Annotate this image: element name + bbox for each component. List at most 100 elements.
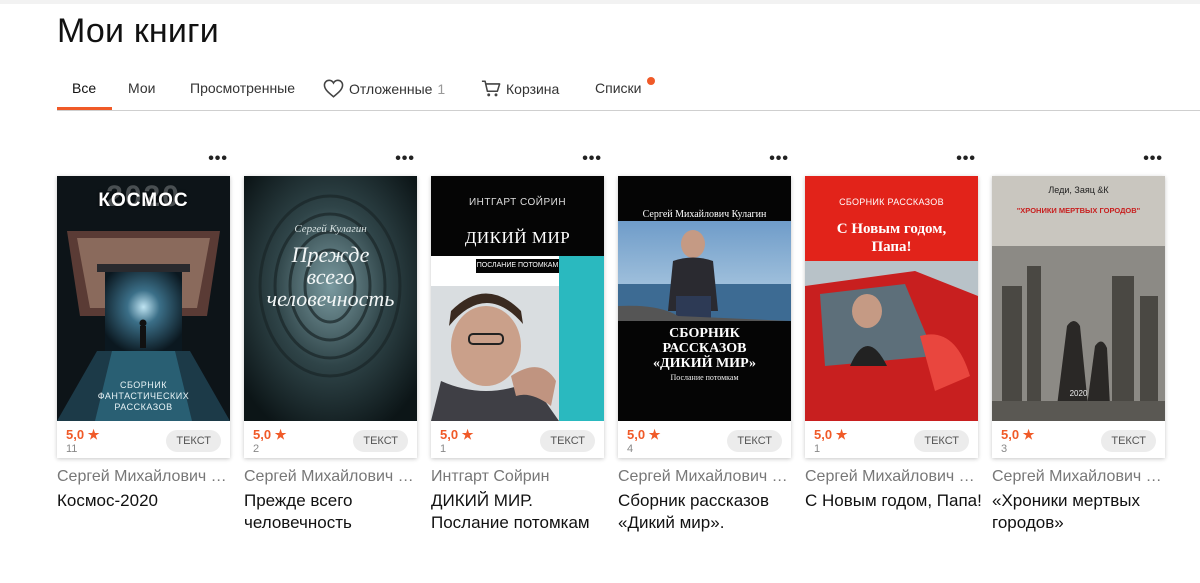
tab-deferred[interactable]: Отложенные 1	[323, 79, 445, 98]
more-options-button[interactable]: •••	[395, 151, 415, 167]
book-author[interactable]: Сергей Михайлович Кулагин	[57, 468, 230, 486]
top-strip	[0, 0, 1200, 4]
cover-author: Сергей Кулагин	[294, 223, 367, 235]
book-card[interactable]: КОСМОС 2020 СБОРНИК ФАНТАСТИЧЕСКИХ РАССК…	[57, 176, 230, 458]
tab-all-label: Все	[72, 80, 97, 96]
book-cover[interactable]: СБОРНИК РАССКАЗОВ С Новым годом, Папа!	[805, 176, 978, 421]
cart-icon	[481, 80, 501, 97]
book-title[interactable]: ДИКИЙ МИР. Послание потомкам	[431, 490, 609, 534]
rating: 5,0 ★	[627, 427, 660, 443]
rating: 5,0 ★	[66, 427, 99, 443]
format-badge: ТЕКСТ	[727, 430, 782, 452]
book-author[interactable]: Интгарт Сойрин	[431, 468, 604, 486]
tab-all[interactable]: Все	[72, 80, 96, 96]
rating-count: 11	[66, 443, 78, 455]
active-tab-indicator	[57, 107, 112, 110]
cover-author: Сергей Михайлович Кулагин	[642, 209, 767, 220]
star-icon: ★	[835, 427, 848, 442]
format-badge: ТЕКСТ	[540, 430, 595, 452]
book-cover[interactable]: Сергей Михайлович Кулагин СБОРНИК РАССКА…	[618, 176, 791, 421]
cover-title: ДИКИЙ МИР	[464, 228, 571, 247]
book-cover[interactable]: КОСМОС 2020 СБОРНИК ФАНТАСТИЧЕСКИХ РАССК…	[57, 176, 230, 421]
more-options-button[interactable]: •••	[208, 151, 228, 167]
format-badge: ТЕКСТ	[914, 430, 969, 452]
cover-image	[805, 176, 978, 421]
cover-title-line1: СБОРНИК	[669, 326, 740, 341]
star-icon: ★	[648, 427, 661, 442]
book-author[interactable]: Сергей Михайлович Кулагин	[992, 468, 1165, 486]
book-title[interactable]: «Хроники мертвых городов»	[992, 490, 1170, 534]
rating-value: 5,0	[627, 427, 646, 442]
book-card[interactable]: Сергей Кулагин Прежде всего человечность…	[244, 176, 417, 458]
tab-cart-label: Корзина	[506, 80, 560, 97]
cover-subtitle: Послание потомкам	[670, 373, 739, 382]
tab-bar: Все Мои Просмотренные Отложенные 1 Корзи…	[57, 70, 1200, 111]
page-title: Мои книги	[57, 12, 219, 50]
rating-value: 5,0	[1001, 427, 1020, 442]
more-options-button[interactable]: •••	[582, 151, 602, 167]
heart-icon	[323, 79, 344, 98]
rating: 5,0 ★	[440, 427, 473, 443]
tab-viewed-label: Просмотренные	[190, 80, 296, 96]
rating-value: 5,0	[253, 427, 272, 442]
more-options-button[interactable]: •••	[769, 151, 789, 167]
rating-count: 2	[253, 443, 260, 455]
book-card[interactable]: Сергей Михайлович Кулагин СБОРНИК РАССКА…	[618, 176, 791, 458]
cover-year: 2020	[1069, 389, 1088, 398]
tab-deferred-count: 1	[437, 80, 446, 97]
book-title[interactable]: С Новым годом, Папа!	[805, 490, 983, 512]
cover-title-line3: человечность	[266, 286, 395, 311]
tab-lists-label: Списки	[595, 80, 642, 96]
book-title[interactable]: Прежде всего человечность	[244, 490, 422, 534]
cover-author: ИНТГАРТ СОЙРИН	[468, 197, 567, 208]
book-cover[interactable]: Сергей Кулагин Прежде всего человечность	[244, 176, 417, 421]
tab-mine-label: Мои	[128, 80, 156, 96]
rating: 5,0 ★	[253, 427, 286, 443]
cover-title-line2: Папа!	[871, 239, 912, 255]
book-title[interactable]: Сборник рассказов «Дикий мир». Послание …	[618, 490, 796, 534]
star-icon: ★	[461, 427, 474, 442]
book-card[interactable]: ИНТГАРТ СОЙРИН ДИКИЙ МИР ПОСЛАНИЕ ПОТОМК…	[431, 176, 604, 458]
tab-deferred-label: Отложенные	[349, 80, 433, 97]
rating-value: 5,0	[66, 427, 85, 442]
star-icon: ★	[274, 427, 287, 442]
lists-notification-dot	[647, 77, 655, 85]
book-card[interactable]: Леди, Заяц &К "ХРОНИКИ МЕРТВЫХ ГОРОДОВ" …	[992, 176, 1165, 458]
rating-count: 3	[1001, 443, 1008, 455]
rating-value: 5,0	[814, 427, 833, 442]
cover-title-line2: РАССКАЗОВ	[662, 341, 747, 356]
tab-cart[interactable]: Корзина	[481, 79, 559, 98]
book-cover[interactable]: ИНТГАРТ СОЙРИН ДИКИЙ МИР ПОСЛАНИЕ ПОТОМК…	[431, 176, 604, 421]
cover-top-label: Леди, Заяц &К	[1048, 185, 1109, 195]
cover-image	[431, 176, 604, 421]
book-author[interactable]: Сергей Михайлович Кулагин	[244, 468, 417, 486]
book-author[interactable]: Сергей Михайлович Кулагин	[618, 468, 791, 486]
more-options-button[interactable]: •••	[1143, 151, 1163, 167]
cover-title: "ХРОНИКИ МЕРТВЫХ ГОРОДОВ"	[1016, 206, 1141, 215]
star-icon: ★	[1022, 427, 1035, 442]
rating-count: 4	[627, 443, 634, 455]
rating: 5,0 ★	[1001, 427, 1034, 443]
cover-header: СБОРНИК РАССКАЗОВ	[839, 197, 944, 207]
cover-subtitle: ПОСЛАНИЕ ПОТОМКАМ	[476, 259, 559, 273]
book-title[interactable]: Космос-2020	[57, 490, 235, 512]
format-badge: ТЕКСТ	[1101, 430, 1156, 452]
cover-title-line1: С Новым годом,	[836, 221, 947, 237]
book-cover[interactable]: Леди, Заяц &К "ХРОНИКИ МЕРТВЫХ ГОРОДОВ" …	[992, 176, 1165, 421]
cover-title-line3: «ДИКИЙ МИР»	[653, 356, 756, 371]
format-badge: ТЕКСТ	[353, 430, 408, 452]
tab-viewed[interactable]: Просмотренные	[190, 80, 295, 96]
more-options-button[interactable]: •••	[956, 151, 976, 167]
rating: 5,0 ★	[814, 427, 847, 443]
cover-year: 2020	[106, 180, 181, 213]
tab-lists[interactable]: Списки	[595, 80, 641, 96]
book-card[interactable]: СБОРНИК РАССКАЗОВ С Новым годом, Папа! 5…	[805, 176, 978, 458]
rating-count: 1	[440, 443, 447, 455]
book-author[interactable]: Сергей Михайлович Кулагин	[805, 468, 978, 486]
tab-mine[interactable]: Мои	[128, 80, 155, 96]
rating-count: 1	[814, 443, 821, 455]
format-badge: ТЕКСТ	[166, 430, 221, 452]
cover-subtitle: СБОРНИК ФАНТАСТИЧЕСКИХ РАССКАЗОВ	[97, 380, 190, 412]
rating-value: 5,0	[440, 427, 459, 442]
star-icon: ★	[87, 427, 100, 442]
